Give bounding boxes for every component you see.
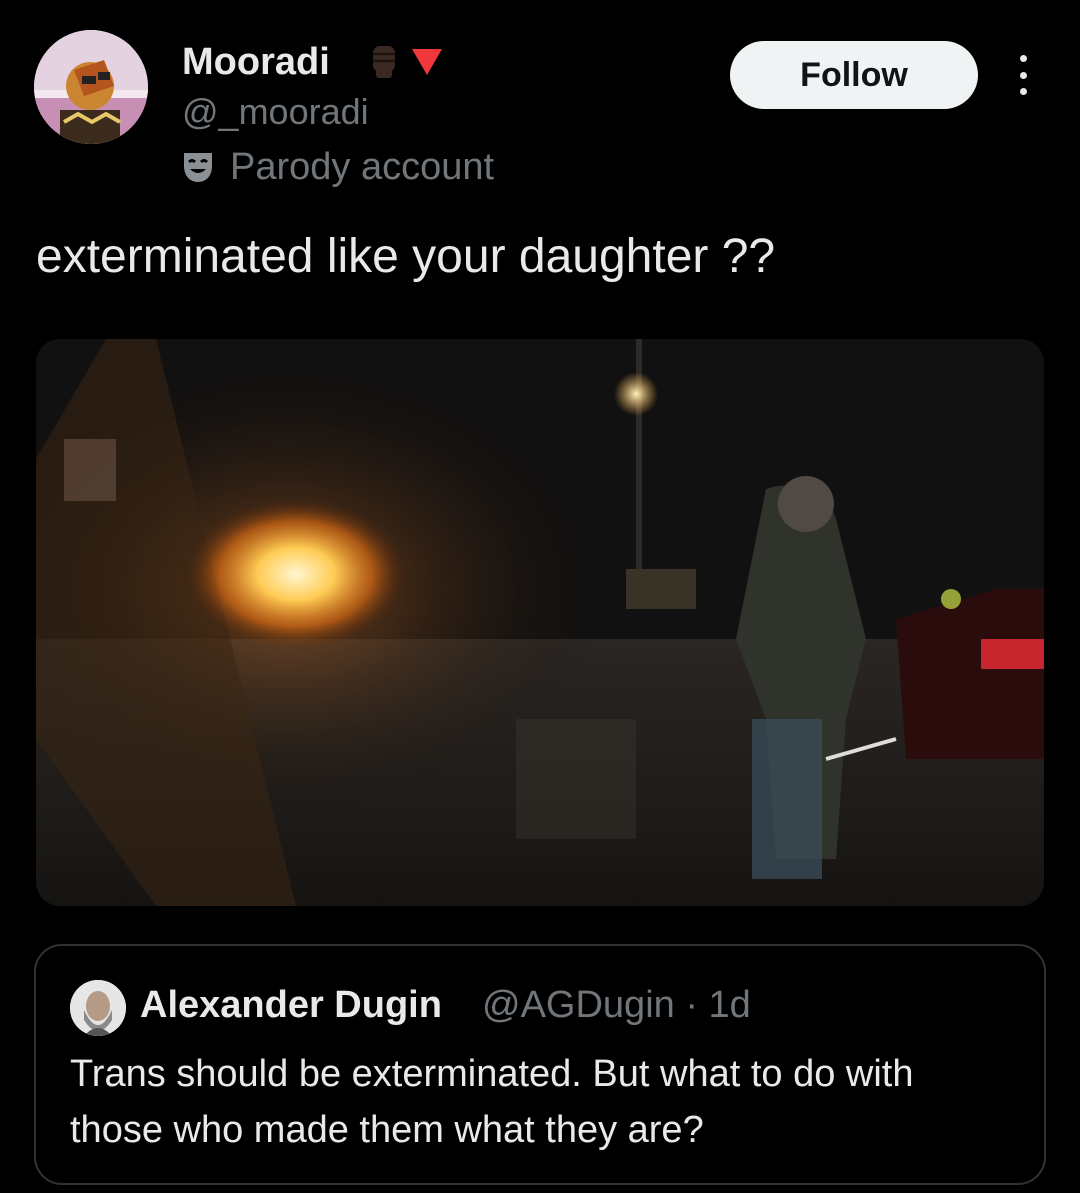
- parody-label: Parody account: [180, 144, 494, 190]
- author-handle[interactable]: @_mooradi: [182, 90, 369, 134]
- parody-label-text: Parody account: [230, 145, 495, 188]
- red-triangle-down-icon: [412, 49, 442, 75]
- theater-mask-icon: [184, 153, 212, 182]
- tweet-text: exterminated like your daughter ??: [36, 230, 776, 283]
- tweet-photo[interactable]: [36, 339, 1044, 906]
- author-name[interactable]: Mooradi: [182, 40, 330, 84]
- quoted-tweet-text: Trans should be exterminated. But what t…: [70, 1053, 914, 1151]
- quoted-tweet[interactable]: Alexander Dugin @AGDugin · 1d Trans shou…: [34, 944, 1046, 1185]
- quoted-author-name: Alexander Dugin: [140, 984, 442, 1026]
- quoted-author-handle: @AGDugin · 1d: [482, 984, 751, 1026]
- raised-fist-emoji-icon: [373, 46, 395, 78]
- follow-button[interactable]: Follow: [730, 41, 978, 109]
- quoted-author-avatar: [70, 980, 126, 1036]
- more-options-icon[interactable]: [1008, 55, 1038, 95]
- author-avatar[interactable]: [34, 30, 148, 144]
